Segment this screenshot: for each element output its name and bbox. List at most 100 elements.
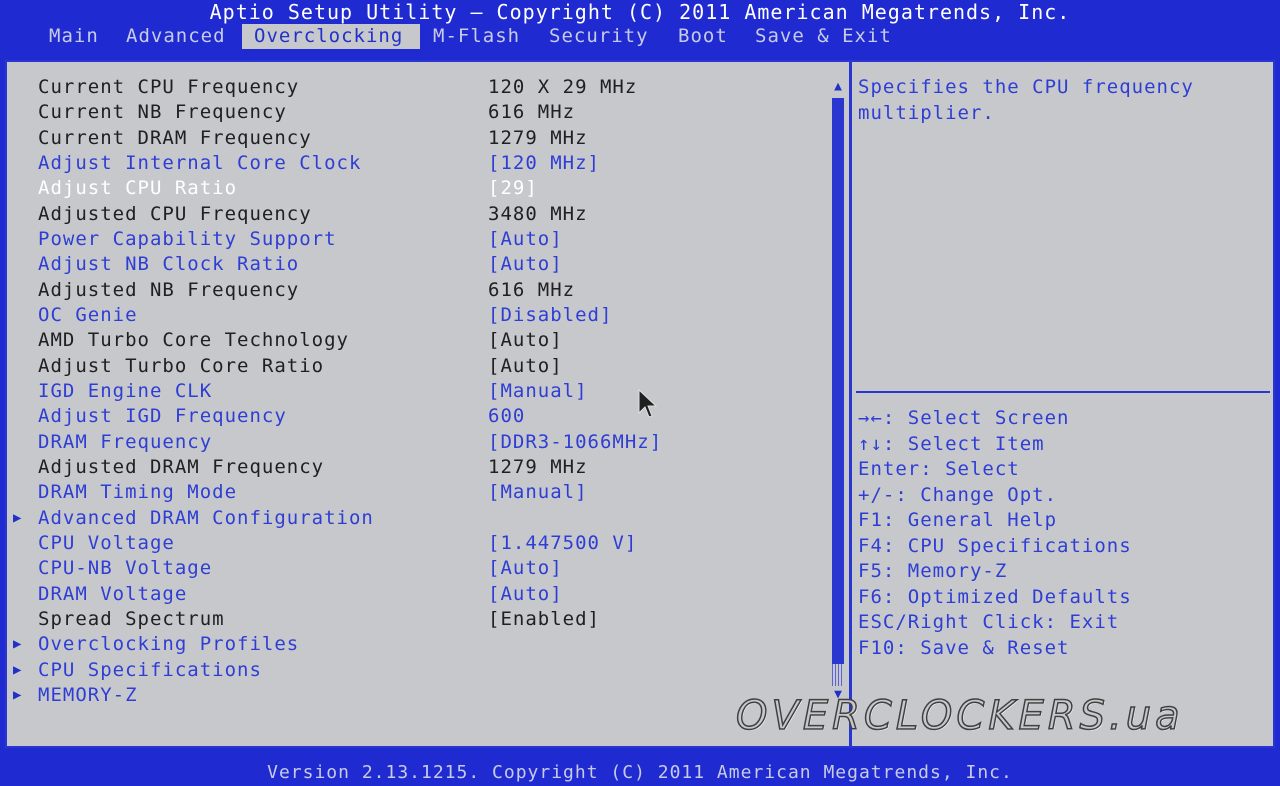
setting-value[interactable]: [29] bbox=[488, 176, 538, 200]
key-exit: ESC/Right Click: Exit bbox=[858, 611, 1120, 633]
setting-value[interactable]: [Auto] bbox=[488, 582, 563, 606]
key-change-opt: +/-: Change Opt. bbox=[858, 483, 1058, 506]
setting-label: DRAM Timing Mode bbox=[38, 481, 238, 504]
setting-row-memory-z[interactable]: ▶ MEMORY-Z bbox=[0, 683, 830, 707]
setting-row-cpu-nb-voltage[interactable]: CPU-NB Voltage [Auto] bbox=[0, 556, 830, 580]
setting-row-current-dram-frequency: Current DRAM Frequency 1279 MHz bbox=[0, 126, 830, 150]
setting-label: Spread Spectrum bbox=[38, 607, 225, 630]
setting-label: CPU-NB Voltage bbox=[38, 557, 213, 580]
setting-label: DRAM Voltage bbox=[38, 582, 188, 605]
setting-value[interactable]: [Manual] bbox=[488, 480, 588, 504]
setting-label: Adjust CPU Ratio bbox=[38, 177, 238, 200]
setting-row-amd-turbo-core-technology: AMD Turbo Core Technology [Auto] bbox=[0, 328, 830, 352]
setting-label: Power Capability Support bbox=[38, 227, 337, 250]
setting-label: Adjusted NB Frequency bbox=[38, 278, 300, 301]
submenu-arrow-icon: ▶ bbox=[13, 509, 23, 526]
menu-bar: Main Advanced Overclocking M-Flash Secur… bbox=[0, 24, 1280, 49]
setting-label: Adjusted CPU Frequency bbox=[38, 202, 312, 225]
tab-boot[interactable]: Boot bbox=[670, 24, 736, 49]
key-memory-z: F5: Memory-Z bbox=[858, 560, 1008, 582]
submenu-arrow-icon: ▶ bbox=[13, 636, 23, 653]
setting-label: Adjust NB Clock Ratio bbox=[38, 253, 300, 276]
setting-label: Overclocking Profiles bbox=[38, 633, 300, 656]
key-general-help: F1: General Help bbox=[858, 509, 1058, 531]
setting-value: [Auto] bbox=[488, 354, 563, 377]
setting-label: OC Genie bbox=[38, 303, 138, 326]
key-optimized-defaults: F6: Optimized Defaults bbox=[858, 585, 1132, 608]
setting-label: CPU Voltage bbox=[38, 531, 175, 554]
setting-value: 616 MHz bbox=[488, 101, 576, 124]
setting-value: 616 MHz bbox=[488, 278, 576, 301]
help-text: Specifies the CPU frequency multiplier. bbox=[858, 74, 1258, 126]
setting-value[interactable]: [DDR3-1066MHz] bbox=[488, 430, 662, 454]
help-line-2: multiplier. bbox=[858, 102, 995, 124]
setting-value: [Enabled] bbox=[488, 607, 600, 630]
setting-value[interactable]: 600 bbox=[488, 404, 525, 428]
setting-label: AMD Turbo Core Technology bbox=[38, 329, 349, 352]
panel-divider bbox=[849, 60, 852, 748]
scroll-thumb[interactable] bbox=[832, 98, 844, 664]
tab-main[interactable]: Main bbox=[41, 24, 107, 49]
setting-row-dram-voltage[interactable]: DRAM Voltage [Auto] bbox=[0, 582, 830, 606]
key-select-item: ↑↓: Select Item bbox=[858, 432, 1045, 455]
setting-row-cpu-specifications[interactable]: ▶ CPU Specifications bbox=[0, 658, 830, 682]
setting-label: Adjust Turbo Core Ratio bbox=[38, 354, 325, 377]
setting-row-overclocking-profiles[interactable]: ▶ Overclocking Profiles bbox=[0, 632, 830, 656]
setting-row-adjusted-nb-frequency: Adjusted NB Frequency 616 MHz bbox=[0, 278, 830, 302]
setting-row-adjust-cpu-ratio[interactable]: Adjust CPU Ratio [29] bbox=[0, 176, 830, 200]
setting-value: [Auto] bbox=[488, 329, 563, 352]
setting-row-current-cpu-frequency: Current CPU Frequency 120 X 29 MHz bbox=[0, 75, 830, 99]
setting-row-advanced-dram-configuration[interactable]: ▶ Advanced DRAM Configuration bbox=[0, 506, 830, 530]
setting-label: Current DRAM Frequency bbox=[38, 126, 312, 149]
setting-value: 3480 MHz bbox=[488, 202, 588, 225]
submenu-arrow-icon: ▶ bbox=[13, 686, 23, 703]
setting-value[interactable]: [120 MHz] bbox=[488, 151, 600, 175]
setting-row-adjust-igd-frequency[interactable]: Adjust IGD Frequency 600 bbox=[0, 404, 830, 428]
setting-label: DRAM Frequency bbox=[38, 430, 213, 453]
setting-label: Current CPU Frequency bbox=[38, 76, 300, 98]
setting-row-adjusted-dram-frequency: Adjusted DRAM Frequency 1279 MHz bbox=[0, 455, 830, 479]
setting-row-spread-spectrum: Spread Spectrum [Enabled] bbox=[0, 607, 830, 631]
setting-value[interactable]: [Auto] bbox=[488, 252, 563, 276]
scrollbar[interactable]: ▲ ▼ bbox=[831, 80, 845, 702]
window-title: Aptio Setup Utility – Copyright (C) 2011… bbox=[209, 0, 1071, 24]
submenu-arrow-icon: ▶ bbox=[13, 661, 23, 678]
setting-row-cpu-voltage[interactable]: CPU Voltage [1.447500 V] bbox=[0, 531, 830, 555]
help-divider bbox=[856, 391, 1270, 393]
tab-overclocking[interactable]: Overclocking bbox=[242, 24, 420, 49]
help-line-1: Specifies the CPU frequency bbox=[858, 76, 1194, 98]
setting-value[interactable]: [Manual] bbox=[488, 379, 588, 403]
setting-row-power-capability-support[interactable]: Power Capability Support [Auto] bbox=[0, 227, 830, 251]
setting-label: Current NB Frequency bbox=[38, 101, 287, 124]
key-enter-select: Enter: Select bbox=[858, 458, 1020, 480]
setting-row-adjust-nb-clock-ratio[interactable]: Adjust NB Clock Ratio [Auto] bbox=[0, 252, 830, 276]
tab-save-exit[interactable]: Save & Exit bbox=[747, 24, 900, 49]
tab-advanced[interactable]: Advanced bbox=[118, 24, 234, 49]
watermark-logo: OVERCLOCKERS.ua bbox=[735, 693, 1184, 739]
setting-value: 1279 MHz bbox=[488, 455, 588, 478]
setting-value: 1279 MHz bbox=[488, 126, 588, 149]
footer-version: Version 2.13.1215. Copyright (C) 2011 Am… bbox=[267, 762, 1013, 783]
key-cpu-specifications: F4: CPU Specifications bbox=[858, 534, 1132, 557]
setting-row-dram-frequency[interactable]: DRAM Frequency [DDR3-1066MHz] bbox=[0, 430, 830, 454]
setting-value[interactable]: [1.447500 V] bbox=[488, 531, 637, 555]
setting-value[interactable]: [Auto] bbox=[488, 227, 563, 251]
scroll-up-icon[interactable]: ▲ bbox=[831, 80, 845, 94]
setting-row-adjusted-cpu-frequency: Adjusted CPU Frequency 3480 MHz bbox=[0, 202, 830, 226]
setting-row-dram-timing-mode[interactable]: DRAM Timing Mode [Manual] bbox=[0, 480, 830, 504]
setting-row-adjust-internal-core-clock[interactable]: Adjust Internal Core Clock [120 MHz] bbox=[0, 151, 830, 175]
setting-value[interactable]: [Disabled] bbox=[488, 303, 612, 327]
setting-value: 120 X 29 MHz bbox=[488, 76, 638, 98]
setting-label: Advanced DRAM Configuration bbox=[38, 506, 374, 529]
tab-m-flash[interactable]: M-Flash bbox=[425, 24, 528, 49]
setting-label: Adjusted DRAM Frequency bbox=[38, 455, 325, 478]
tab-security[interactable]: Security bbox=[541, 24, 657, 49]
setting-row-oc-genie[interactable]: OC Genie [Disabled] bbox=[0, 303, 830, 327]
setting-label: Adjust IGD Frequency bbox=[38, 405, 287, 428]
setting-row-igd-engine-clk[interactable]: IGD Engine CLK [Manual] bbox=[0, 379, 830, 403]
setting-label: IGD Engine CLK bbox=[38, 379, 213, 402]
setting-row-current-nb-frequency: Current NB Frequency 616 MHz bbox=[0, 100, 830, 124]
scroll-track[interactable] bbox=[832, 664, 844, 686]
setting-value[interactable]: [Auto] bbox=[488, 556, 563, 580]
key-legend: →←: Select Screen ↑↓: Select Item Enter:… bbox=[858, 406, 1268, 661]
